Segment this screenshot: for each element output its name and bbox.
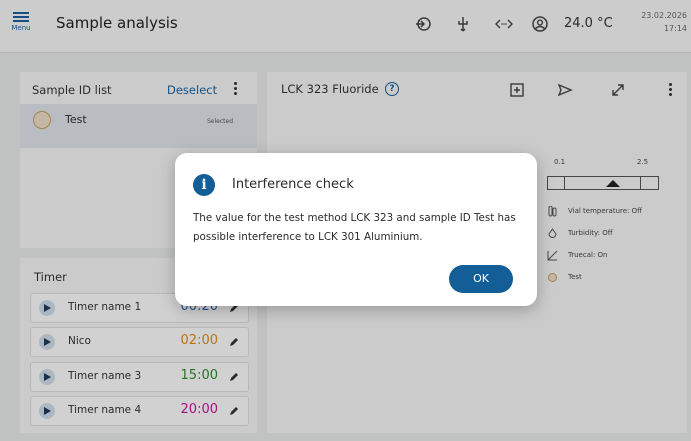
dialog-message: The value for the test method LCK 323 an…	[193, 212, 516, 243]
dialog-title: Interference check	[232, 177, 354, 192]
interference-dialog: i Interference check The value for the t…	[175, 153, 537, 306]
ok-button[interactable]: OK	[449, 265, 513, 293]
info-icon: i	[193, 174, 215, 196]
